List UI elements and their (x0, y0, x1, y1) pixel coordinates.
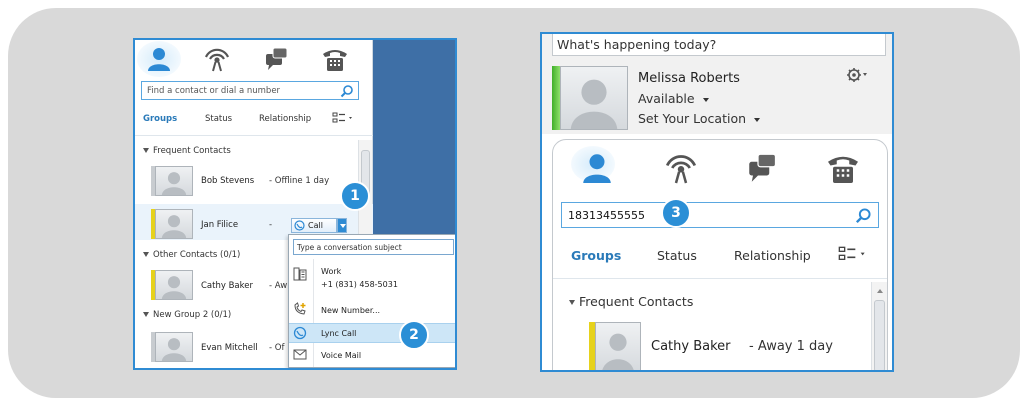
search-icon[interactable] (855, 207, 872, 224)
conversations-icon[interactable] (261, 45, 293, 73)
contact-name[interactable]: Bob Stevens (201, 176, 254, 186)
contact-status: - Offline 1 day (269, 176, 330, 186)
scrollbar-thumb[interactable] (874, 300, 885, 370)
contacts-icon[interactable] (137, 41, 181, 77)
new-number-label: New Number... (321, 306, 381, 315)
contact-name[interactable]: Evan Mitchell (201, 343, 258, 353)
activity-feed-icon[interactable] (661, 150, 701, 186)
view-options-icon[interactable] (837, 246, 871, 262)
scrollbar[interactable] (871, 282, 887, 370)
tab-groups[interactable]: Groups (571, 248, 621, 263)
user-name: Melissa Roberts (638, 71, 740, 86)
collapse-arrow-icon (143, 148, 149, 153)
view-tabs: Groups Status Relationship (571, 246, 881, 264)
right-screenshot-panel: What's happening today? Melissa Roberts … (540, 32, 894, 372)
group-other-contacts[interactable]: Other Contacts (0/1) (143, 250, 240, 260)
view-options-icon[interactable] (332, 112, 356, 124)
group-label: New Group 2 (0/1) (153, 310, 232, 320)
contact-status: - Away 1 day (749, 339, 833, 354)
tab-groups[interactable]: Groups (143, 114, 177, 124)
search-icon[interactable] (340, 84, 354, 98)
step-badge-3: 3 (661, 198, 691, 228)
search-input[interactable]: Find a contact or dial a number (141, 81, 359, 100)
scroll-up-icon[interactable] (876, 288, 884, 294)
group-frequent-contacts[interactable]: Frequent Contacts (569, 294, 693, 309)
group-new-group-2[interactable]: New Group 2 (0/1) (143, 310, 231, 320)
divider (135, 135, 373, 136)
tab-status[interactable]: Status (205, 114, 232, 124)
menu-item-lync-call[interactable]: Lync Call (289, 323, 455, 343)
tab-relationship[interactable]: Relationship (259, 114, 311, 124)
chevron-down-icon (754, 117, 761, 122)
call-button-label: Call (308, 221, 323, 230)
avatar (155, 166, 193, 196)
contact-name[interactable]: Cathy Baker (201, 281, 253, 291)
avatar (155, 209, 193, 239)
lync-call-icon (293, 326, 307, 340)
collapse-arrow-icon (143, 252, 149, 257)
voice-mail-icon (293, 349, 307, 360)
contact-name[interactable]: Jan Filice (201, 220, 238, 230)
presence-bar (552, 66, 560, 130)
contact-status: - (269, 220, 273, 230)
tab-relationship[interactable]: Relationship (734, 248, 811, 263)
contacts-icon[interactable] (571, 146, 617, 186)
gear-icon[interactable] (846, 67, 868, 83)
top-tab-bar (135, 40, 372, 78)
lync-call-icon (294, 220, 305, 231)
chevron-down-icon (702, 97, 709, 102)
phone-icon[interactable] (319, 45, 351, 73)
availability-label: Available (638, 91, 695, 106)
activity-feed-icon[interactable] (201, 45, 233, 73)
user-avatar[interactable] (560, 66, 628, 130)
lync-call-label: Lync Call (321, 329, 357, 338)
view-tabs: Groups Status Relationship (143, 112, 368, 126)
tab-status[interactable]: Status (657, 248, 697, 263)
group-label: Frequent Contacts (153, 146, 231, 156)
menu-item-new-number[interactable]: New Number... (289, 301, 455, 321)
search-placeholder: Find a contact or dial a number (147, 85, 281, 96)
contact-status: - Aw (269, 281, 288, 291)
contact-name[interactable]: Cathy Baker (651, 339, 731, 354)
conversation-subject-input[interactable]: Type a conversation subject (293, 239, 454, 255)
location-label: Set Your Location (638, 111, 747, 126)
new-number-icon (294, 302, 306, 315)
contact-status: - Of (269, 343, 285, 353)
collapse-arrow-icon (143, 312, 149, 317)
subject-placeholder: Type a conversation subject (297, 242, 402, 252)
contacts-pane: 18313455555 Groups Status Relationship F… (552, 139, 888, 370)
group-label: Other Contacts (0/1) (153, 250, 241, 260)
location-dropdown[interactable]: Set Your Location (638, 111, 761, 126)
availability-dropdown[interactable]: Available (638, 91, 709, 106)
phone-work-icon (293, 267, 307, 281)
work-number: +1 (831) 458-5031 (321, 280, 398, 289)
call-dropdown-button[interactable] (337, 218, 347, 233)
menu-item-work[interactable]: Work +1 (831) 458-5031 (289, 265, 455, 295)
avatar (155, 332, 193, 362)
group-label: Frequent Contacts (579, 294, 694, 309)
left-screenshot-panel: Find a contact or dial a number Groups S… (133, 38, 457, 370)
voice-mail-label: Voice Mail (321, 351, 362, 360)
search-input[interactable]: 18313455555 (561, 202, 879, 228)
divider (553, 278, 887, 279)
whats-happening-text: What's happening today? (557, 37, 717, 52)
search-value: 18313455555 (568, 208, 645, 222)
avatar (595, 322, 641, 370)
menu-item-voice-mail[interactable]: Voice Mail (289, 345, 455, 365)
step-badge-2: 2 (399, 320, 429, 350)
collapse-arrow-icon (569, 300, 575, 305)
phone-icon[interactable] (823, 150, 863, 186)
call-menu: Type a conversation subject Work +1 (831… (288, 234, 455, 368)
group-frequent-contacts[interactable]: Frequent Contacts (143, 146, 231, 156)
avatar (155, 270, 193, 300)
whats-happening-input[interactable]: What's happening today? (552, 34, 886, 56)
call-button[interactable]: Call (291, 218, 337, 233)
work-label: Work (321, 267, 342, 276)
step-badge-1: 1 (340, 181, 370, 211)
conversations-icon[interactable] (743, 150, 783, 186)
